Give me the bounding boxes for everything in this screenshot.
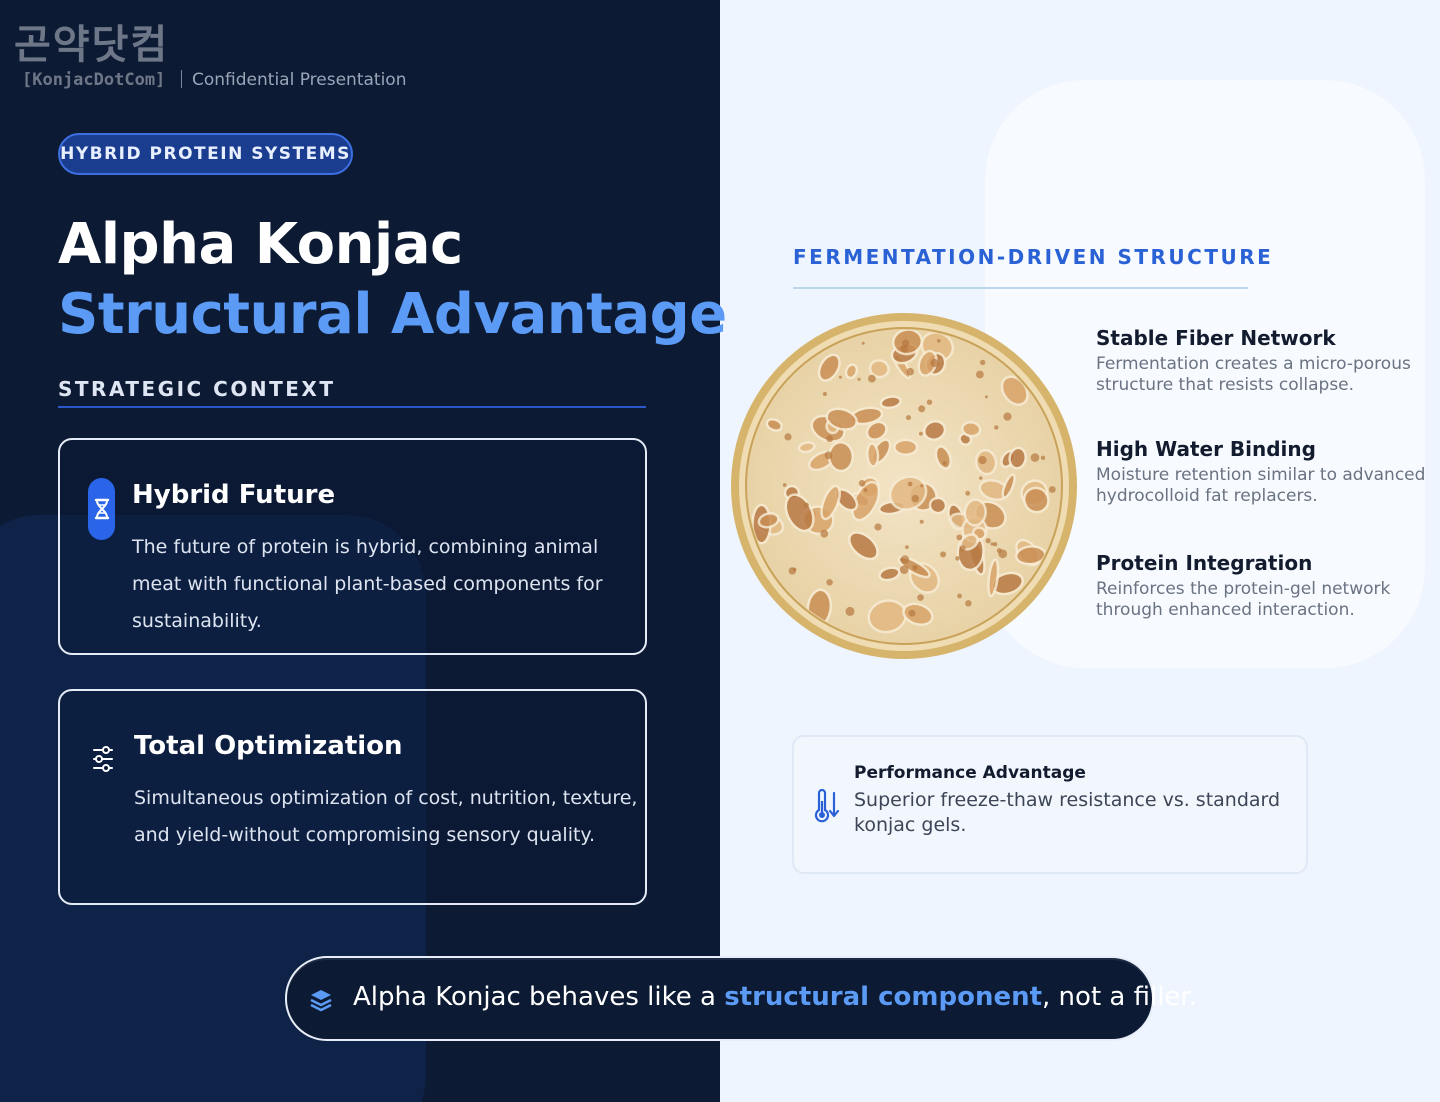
micro-pore — [803, 502, 809, 508]
logo-english: [KonjacDotCom] — [22, 70, 166, 90]
section-divider — [793, 287, 1248, 289]
micro-pore — [1030, 453, 1040, 462]
micro-pore — [985, 538, 991, 544]
micro-pore — [908, 609, 916, 617]
micro-pore — [905, 545, 909, 549]
pore — [827, 440, 855, 473]
card-body: The future of protein is hybrid, combini… — [132, 536, 603, 632]
micro-pore — [845, 606, 855, 616]
micro-pore — [858, 480, 866, 487]
layers-icon — [310, 990, 332, 1012]
section-heading-fermentation: FERMENTATION-DRIVEN STRUCTURE — [793, 245, 1274, 269]
feature-title: Stable Fiber Network — [1096, 326, 1336, 350]
feature-title: High Water Binding — [1096, 437, 1316, 461]
micro-pore — [994, 425, 999, 430]
card-body: Simultaneous optimization of cost, nutri… — [134, 787, 638, 846]
thermometer-down-icon — [814, 789, 840, 823]
micro-pore — [901, 339, 910, 347]
micro-pore — [917, 594, 924, 601]
micro-pore — [826, 579, 833, 586]
pore — [866, 442, 880, 468]
performance-body: Superior freeze-thaw resistance vs. stan… — [854, 789, 1281, 836]
micro-pore — [955, 556, 960, 561]
konjac-microstructure-illustration — [731, 313, 1077, 659]
micro-pore — [899, 565, 909, 574]
micro-pore — [1040, 455, 1046, 460]
micro-pore — [906, 415, 911, 421]
card-title: Hybrid Future — [132, 480, 336, 510]
micro-pore — [998, 549, 1008, 559]
feature-body: Reinforces the protein-gel network throu… — [1096, 579, 1391, 620]
logo-korean: 곤약닷컴 — [14, 22, 170, 68]
micro-pore — [1003, 412, 1012, 421]
key-message-banner: Alpha Konjac behaves like a structural c… — [285, 956, 1197, 1041]
micro-pore — [965, 600, 972, 607]
micro-pore — [863, 488, 868, 492]
hourglass-dna-icon — [88, 478, 115, 540]
micro-pore — [906, 367, 914, 376]
micro-pore — [824, 451, 833, 460]
micro-pore — [978, 456, 987, 465]
page-subtitle: Structural Advantage — [58, 282, 727, 347]
micro-pore — [784, 433, 792, 441]
sliders-icon — [90, 743, 116, 775]
micro-pore — [959, 545, 966, 552]
micro-pore — [874, 523, 882, 531]
micro-pore — [857, 377, 861, 381]
micro-pore — [956, 534, 963, 541]
micro-pore — [826, 435, 834, 443]
micro-pore — [990, 542, 994, 546]
micro-pore — [979, 476, 983, 480]
micro-pore — [1048, 486, 1056, 493]
banner-message: Alpha Konjac behaves like a structural c… — [353, 982, 1197, 1012]
micro-pore — [976, 370, 984, 379]
micro-pore — [912, 564, 918, 571]
micro-pore — [822, 391, 827, 397]
feature-high-water-binding: High Water Binding Moisture retention si… — [1096, 437, 1426, 507]
pore — [928, 496, 948, 515]
micro-pore — [926, 399, 933, 405]
micro-pore — [911, 494, 919, 503]
pore — [963, 498, 987, 527]
micro-pore — [930, 358, 939, 368]
micro-pore — [900, 555, 910, 564]
feature-protein-integration: Protein Integration Reinforces the prote… — [1096, 551, 1426, 621]
micro-pore — [957, 593, 962, 599]
micro-pore — [919, 431, 923, 436]
page-title: Alpha Konjac — [58, 212, 463, 277]
feature-body: Moisture retention similar to advanced h… — [1096, 465, 1426, 506]
micro-pore — [984, 395, 988, 399]
card-total-optimization: Total Optimization Simultaneous optimiza… — [58, 689, 647, 905]
feature-stable-fiber-network: Stable Fiber Network Fermentation create… — [1096, 326, 1426, 396]
company-logo: 곤약닷컴 [KonjacDotCom] — [14, 22, 174, 90]
card-title: Total Optimization — [134, 731, 403, 761]
divider — [181, 70, 182, 88]
micro-pore — [820, 529, 829, 538]
micro-pore — [980, 359, 986, 366]
confidential-label: Confidential Presentation — [181, 70, 406, 90]
category-pill: HYBRID PROTEIN SYSTEMS — [58, 133, 353, 175]
micro-pore — [782, 483, 787, 487]
micro-pore — [918, 405, 926, 413]
feature-body: Fermentation creates a micro-porous stru… — [1096, 354, 1411, 395]
micro-pore — [937, 339, 941, 343]
performance-advantage-box: Performance Advantage Superior freeze-th… — [792, 735, 1308, 874]
micro-pore — [919, 519, 924, 524]
performance-title: Performance Advantage — [854, 763, 1086, 783]
micro-pore — [861, 341, 865, 345]
micro-pore — [838, 375, 842, 379]
micro-pore — [940, 551, 947, 558]
micro-pore — [868, 374, 876, 383]
micro-pore — [965, 490, 971, 496]
section-divider — [58, 406, 646, 408]
micro-pore — [920, 484, 924, 488]
banner-highlight: structural component — [724, 982, 1043, 1012]
micro-pore — [907, 481, 913, 487]
feature-title: Protein Integration — [1096, 551, 1313, 575]
micro-pore — [942, 461, 947, 466]
section-heading-strategic: STRATEGIC CONTEXT — [58, 377, 336, 401]
pore — [893, 438, 919, 456]
card-hybrid-future: Hybrid Future The future of protein is h… — [58, 438, 647, 655]
micro-pore — [788, 567, 796, 575]
